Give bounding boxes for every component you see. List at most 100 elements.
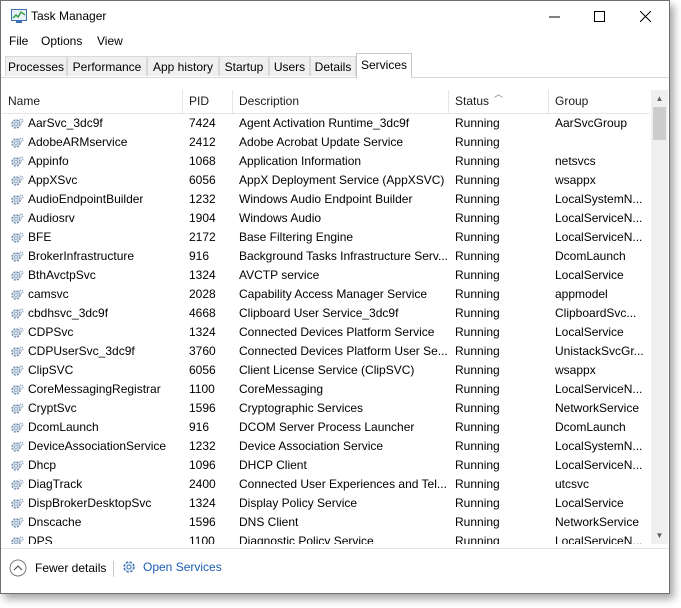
gear-icon — [11, 403, 24, 414]
service-name-cell: AppXSvc — [2, 171, 182, 190]
menu-file[interactable]: File — [9, 34, 28, 48]
close-button[interactable] — [622, 1, 668, 32]
service-name: AudioEndpointBuilder — [28, 192, 144, 206]
gear-icon — [11, 422, 24, 433]
window-title: Task Manager — [31, 9, 107, 23]
table-row[interactable]: CoreMessagingRegistrar 1100 CoreMessaging R… — [2, 380, 650, 399]
tab-startup[interactable]: Startup — [219, 56, 269, 76]
service-pid: 916 — [189, 420, 210, 434]
service-status: Running — [455, 154, 500, 168]
service-pid: 2412 — [189, 135, 216, 149]
service-pid: 1068 — [189, 154, 216, 168]
services-gear-icon — [123, 561, 135, 573]
column-header-description[interactable]: Description — [233, 90, 449, 113]
service-name-cell: CryptSvc — [2, 399, 182, 418]
service-status: Running — [455, 287, 500, 301]
service-description: AppX Deployment Service (AppXSVC) — [239, 173, 445, 187]
column-header-group[interactable]: Group — [549, 90, 650, 113]
table-row[interactable]: CDPSvc 1324 Connected Devices Platform Ser… — [2, 323, 650, 342]
table-row[interactable]: CryptSvc 1596 Cryptographic Services Runnin… — [2, 399, 650, 418]
sort-ascending-icon: ︿ — [494, 90, 504, 99]
table-row[interactable]: Dhcp 1096 DHCP Client Running LocalServiceN.… — [2, 456, 650, 475]
table-row[interactable]: cbdhsvc_3dc9f 4668 Clipboard User Service_… — [2, 304, 650, 323]
table-row[interactable]: ClipSVC 6056 Client License Service (ClipS… — [2, 361, 650, 380]
service-group: ClipboardSvc... — [555, 306, 637, 320]
tab-details[interactable]: Details — [310, 56, 356, 76]
table-row[interactable]: AppXSvc 6056 AppX Deployment Service (AppX… — [2, 171, 650, 190]
table-row[interactable]: DispBrokerDesktopSvc 1324 Display Policy S… — [2, 494, 650, 513]
service-group: LocalSystemN... — [555, 192, 643, 206]
service-description: DNS Client — [239, 515, 299, 529]
scroll-down-icon[interactable]: ▼ — [651, 527, 668, 544]
service-group: LocalServiceN... — [555, 458, 643, 472]
menu-options[interactable]: Options — [41, 34, 82, 48]
table-row[interactable]: DiagTrack 2400 Connected User Experiences … — [2, 475, 650, 494]
service-group: UnistackSvcGr... — [555, 344, 644, 358]
table-row[interactable]: AdobeARMservice 2412 Adobe Acrobat Update … — [2, 133, 650, 152]
table-row[interactable]: AudioEndpointBuilder 1232 Windows Audio En… — [2, 190, 650, 209]
service-pid: 1100 — [189, 534, 215, 544]
table-row[interactable]: Dnscache 1596 DNS Client Running NetworkServ… — [2, 513, 650, 532]
column-header-pid[interactable]: PID — [183, 90, 233, 113]
tab-performance[interactable]: Performance — [67, 56, 147, 76]
gear-icon — [11, 270, 24, 281]
service-status: Running — [455, 116, 500, 130]
title-bar[interactable]: Task Manager — [1, 1, 669, 32]
gear-icon — [11, 194, 24, 205]
table-row[interactable]: CDPUserSvc_3dc9f 3760 Connected Devices Pl… — [2, 342, 650, 361]
service-status: Running — [455, 135, 500, 149]
maximize-button[interactable] — [576, 1, 622, 32]
table-row[interactable]: DeviceAssociationService 1232 Device Assoc… — [2, 437, 650, 456]
minimize-button[interactable] — [531, 1, 577, 32]
table-row[interactable]: DPS 1100 Diagnostic Policy Service Running L… — [2, 532, 650, 544]
service-status: Running — [455, 344, 500, 358]
table-row[interactable]: DcomLaunch 916 DCOM Server Process Launche… — [2, 418, 650, 437]
open-services-label: Open Services — [143, 560, 222, 574]
scroll-up-icon[interactable]: ▲ — [651, 90, 668, 107]
gear-icon — [11, 137, 24, 148]
service-group: LocalServiceN... — [555, 534, 643, 544]
table-row[interactable]: BrokerInfrastructure 916 Background Tasks … — [2, 247, 650, 266]
service-name: AarSvc_3dc9f — [28, 116, 103, 130]
service-name: CDPSvc — [28, 325, 74, 339]
service-name: Dnscache — [28, 515, 82, 529]
gear-icon — [11, 308, 24, 319]
table-row[interactable]: BFE 2172 Base Filtering Engine Running Local… — [2, 228, 650, 247]
service-description: AVCTP service — [239, 268, 320, 282]
service-description: Adobe Acrobat Update Service — [239, 135, 404, 149]
service-name-cell: DcomLaunch — [2, 418, 182, 437]
gear-icon — [11, 213, 24, 224]
table-row[interactable]: BthAvctpSvc 1324 AVCTP service Running Local… — [2, 266, 650, 285]
service-group: NetworkService — [555, 401, 640, 415]
gear-icon — [11, 346, 24, 357]
column-header-name[interactable]: Name — [2, 90, 183, 113]
gear-icon — [11, 232, 24, 243]
menu-view[interactable]: View — [97, 34, 123, 48]
service-name: AdobeARMservice — [28, 135, 128, 149]
table-row[interactable]: camsvc 2028 Capability Access Manager Serv… — [2, 285, 650, 304]
open-services-link[interactable]: Open Services — [121, 559, 222, 575]
service-pid: 1232 — [189, 192, 216, 206]
service-group: LocalService — [555, 268, 624, 282]
table-row[interactable]: AarSvc_3dc9f 7424 Agent Activation Runtime… — [2, 114, 650, 133]
service-name-cell: ClipSVC — [2, 361, 182, 380]
service-group: netsvcs — [555, 154, 596, 168]
tab-services[interactable]: Services — [356, 53, 412, 78]
service-pid: 2028 — [189, 287, 216, 301]
tab-app-history[interactable]: App history — [147, 56, 219, 76]
table-row[interactable]: Appinfo 1068 Application Information Runnin… — [2, 152, 650, 171]
service-name-cell: CoreMessagingRegistrar — [2, 380, 182, 399]
service-description: Capability Access Manager Service — [239, 287, 428, 301]
tab-processes[interactable]: Processes — [5, 56, 67, 76]
service-name: Dhcp — [28, 458, 57, 472]
service-description: DCOM Server Process Launcher — [239, 420, 415, 434]
vertical-scrollbar[interactable]: ▲ ▼ — [651, 90, 668, 544]
scroll-thumb[interactable] — [653, 107, 666, 140]
service-pid: 1596 — [189, 515, 216, 529]
tab-users[interactable]: Users — [269, 56, 310, 76]
fewer-details-button[interactable]: Fewer details — [9, 559, 106, 577]
service-description: Windows Audio Endpoint Builder — [239, 192, 413, 206]
table-row[interactable]: Audiosrv 1904 Windows Audio Running LocalSer… — [2, 209, 650, 228]
maximize-icon — [593, 11, 605, 22]
service-pid: 1232 — [189, 439, 216, 453]
